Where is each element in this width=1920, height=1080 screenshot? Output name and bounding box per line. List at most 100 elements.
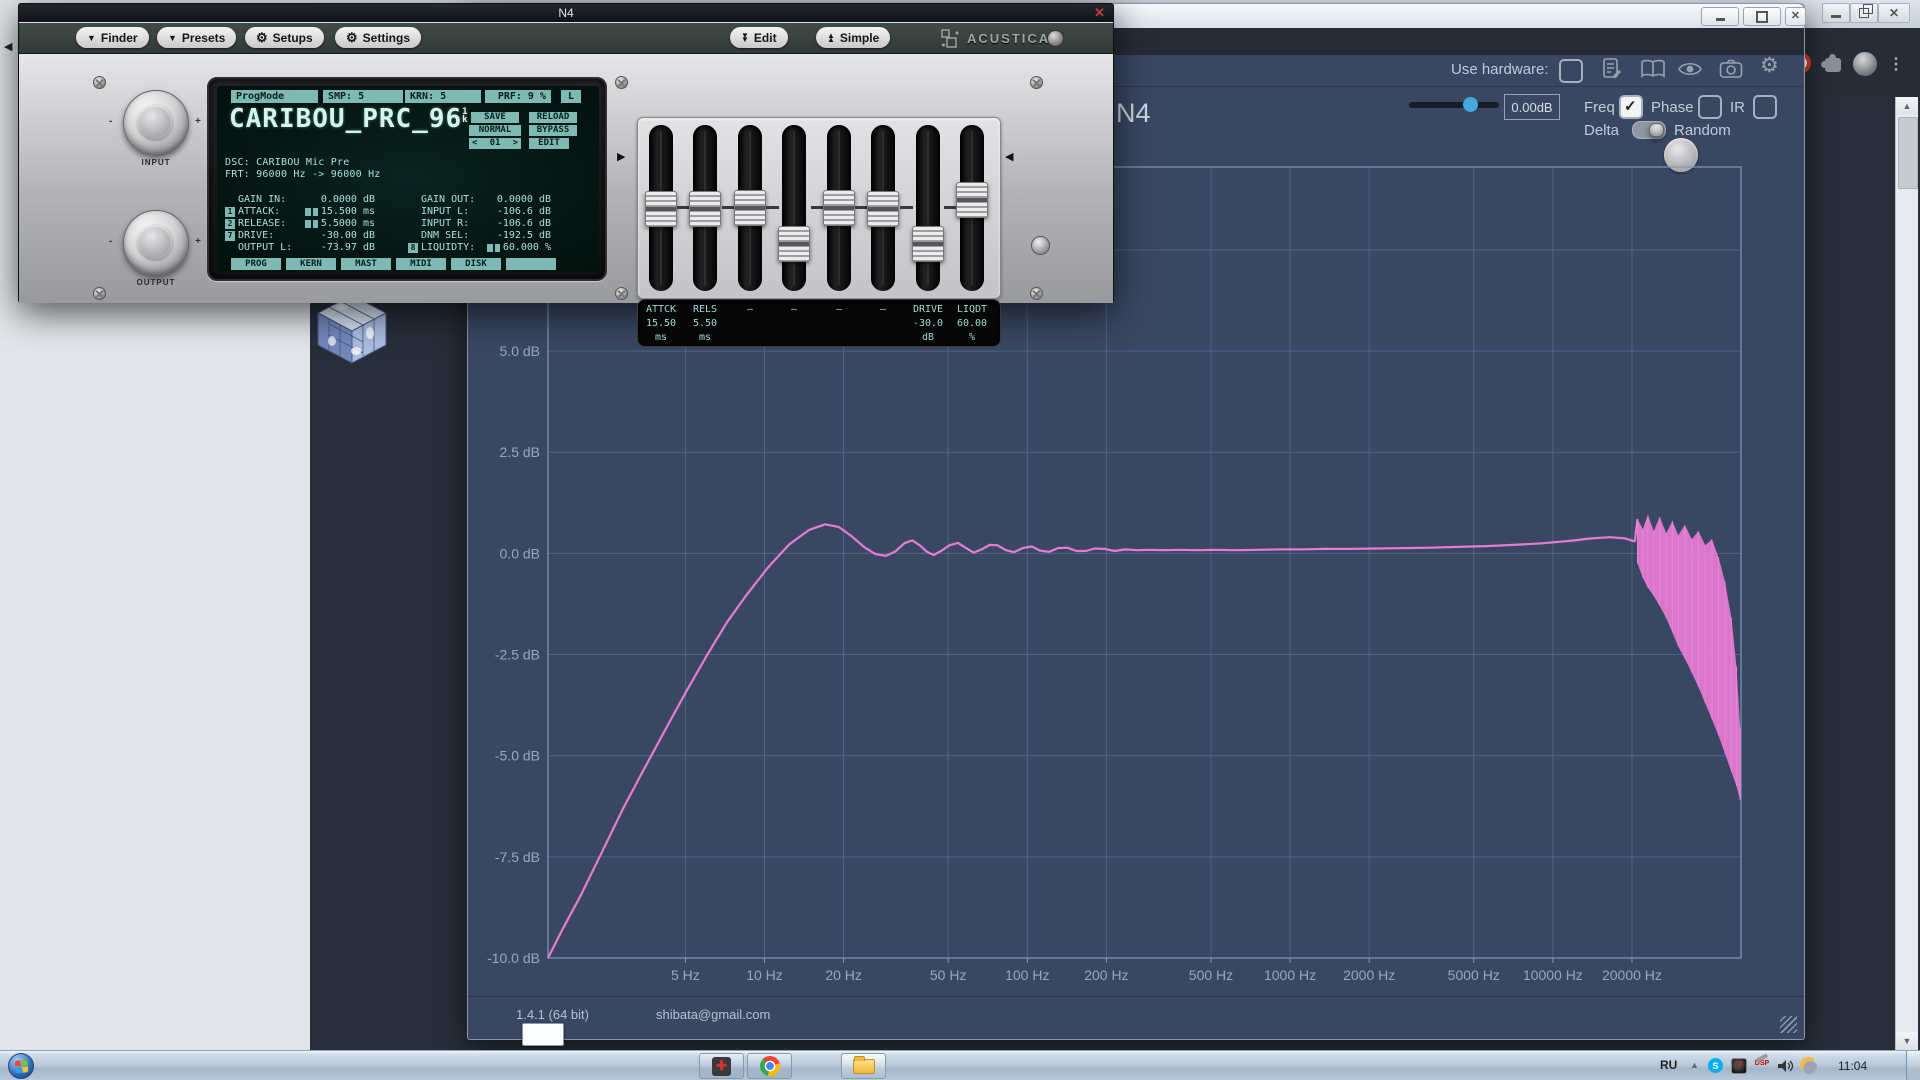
edit-lcd-button[interactable]: EDIT <box>529 138 569 149</box>
scrollbar-thumb[interactable] <box>1898 117 1918 189</box>
analyzer-minimize-button[interactable] <box>1701 7 1739 26</box>
phase-checkbox[interactable] <box>1698 95 1722 119</box>
gain-slider-thumb[interactable] <box>1463 97 1478 112</box>
slider-thumb[interactable] <box>912 226 944 262</box>
use-hardware-checkbox[interactable] <box>1559 59 1583 83</box>
preset-pager[interactable]: < 01 > <box>469 138 521 149</box>
globe-icon[interactable] <box>1047 30 1064 47</box>
tray-expand-icon[interactable]: ▲ <box>1690 1060 1699 1070</box>
tray-dsp-icon[interactable]: DSP <box>1750 1055 1774 1068</box>
slider-thumb[interactable] <box>778 226 810 262</box>
analyzer-close-button[interactable]: ✕ <box>1785 7 1806 26</box>
lcd-tab-blank[interactable] <box>506 258 556 270</box>
plugin-toolbar: ▼Finder ▼Presets ⚙Setups ⚙Settings ▼▼Edi… <box>19 23 1113 53</box>
tray-gauge-icon[interactable] <box>1731 1058 1747 1074</box>
settings-button[interactable]: ⚙Settings <box>335 27 421 48</box>
camera-icon[interactable] <box>1719 59 1743 79</box>
extensions-puzzle-icon[interactable] <box>1825 58 1841 72</box>
taskbar-chrome-button[interactable] <box>747 1053 792 1079</box>
browser-minimize-button[interactable] <box>1822 3 1850 23</box>
input-knob[interactable] <box>123 90 189 156</box>
browser-close-button[interactable]: ✕ <box>1878 3 1910 23</box>
param-value: 5.5000 ms <box>321 218 375 230</box>
slider-thumb[interactable] <box>867 191 899 227</box>
resize-grip[interactable] <box>1780 1016 1797 1033</box>
readout-column: RELS5.50ms <box>681 303 729 345</box>
notes-icon[interactable] <box>1601 57 1623 81</box>
chevron-down-icon: ▼ <box>168 33 177 43</box>
save-button[interactable]: SAVE <box>471 112 519 123</box>
slider-thumb[interactable] <box>689 191 721 227</box>
slider-slot <box>782 125 806 291</box>
presets-button[interactable]: ▼Presets <box>157 27 236 48</box>
readout-name: – <box>815 303 863 317</box>
readout-column: – <box>859 303 907 317</box>
analyzer-maximize-button[interactable] <box>1743 7 1781 26</box>
reload-button[interactable]: RELOAD <box>529 112 577 123</box>
gain-slider[interactable] <box>1409 102 1499 108</box>
mini-slider-icon <box>305 208 318 216</box>
loaded-plugin-label: N4 <box>1116 98 1151 129</box>
edit-button[interactable]: ▼▼Edit <box>730 27 788 48</box>
output-knob-label: OUTPUT <box>123 278 189 287</box>
language-indicator[interactable]: RU <box>1660 1058 1677 1072</box>
taskbar-explorer-button[interactable] <box>841 1053 886 1079</box>
screw-icon <box>615 76 628 89</box>
lcd-param-row: INPUT R:-106.6 dB <box>408 218 551 230</box>
setups-button[interactable]: ⚙Setups <box>245 27 324 48</box>
profile-avatar[interactable] <box>1853 52 1877 76</box>
eye-icon[interactable] <box>1677 60 1703 78</box>
slider-right-arrow-icon: ◀ <box>1005 150 1013 163</box>
finder-button[interactable]: ▼Finder <box>76 27 149 48</box>
tray-volume-icon[interactable] <box>1777 1059 1794 1073</box>
mini-slider-icon <box>487 244 500 252</box>
slider-thumb[interactable] <box>734 190 766 226</box>
freq-checkbox[interactable] <box>1619 95 1643 119</box>
show-desktop-button[interactable] <box>1906 1051 1920 1080</box>
taskbar-app-button[interactable]: ✚ <box>699 1053 744 1079</box>
slider-thumb[interactable] <box>645 191 677 227</box>
slider-thumb[interactable] <box>823 190 855 226</box>
pager-next-icon[interactable]: > <box>513 138 518 149</box>
lcd-tab-prog[interactable]: PROG <box>231 258 281 270</box>
random-label: Random <box>1674 122 1731 139</box>
readout-column: LIQDT60.00% <box>948 303 996 345</box>
scroll-up-icon[interactable]: ▲ <box>1896 97 1918 115</box>
browser-menu-icon[interactable]: ⋮ <box>1888 54 1904 74</box>
plugin-close-icon[interactable]: ✕ <box>1094 5 1105 21</box>
tray-skype-icon[interactable]: S <box>1708 1058 1723 1073</box>
gain-value-box[interactable]: 0.00dB <box>1504 94 1560 120</box>
scroll-down-icon[interactable]: ▼ <box>1896 1032 1918 1050</box>
pager-prev-icon[interactable]: < <box>472 138 477 149</box>
lcd-status-segment: ProgMode <box>231 90 318 103</box>
normal-button[interactable]: NORMAL <box>469 125 521 136</box>
plugin-titlebar[interactable]: N4 ✕ <box>19 4 1113 23</box>
x-axis-tick-label: 100 Hz <box>1005 967 1049 983</box>
clock[interactable]: 11:04 <box>1838 1059 1867 1073</box>
gear-icon[interactable]: ⚙ <box>1760 53 1779 78</box>
start-button[interactable] <box>8 1053 34 1079</box>
ir-checkbox[interactable] <box>1753 95 1777 119</box>
gear-icon: ⚙ <box>346 30 358 46</box>
simple-button[interactable]: ▲▲Simple <box>816 27 890 48</box>
taskbar: ●✎⚒ϟ2➤••SA➤▦≈ ✚ RU ▲ S DSP 11:04 <box>0 1050 1920 1080</box>
tray-weather-icon[interactable] <box>1800 1057 1817 1074</box>
bypass-button[interactable]: BYPASS <box>529 125 577 136</box>
param-value: 0.0000 dB <box>497 194 551 206</box>
screw-icon <box>1030 287 1043 300</box>
slider-thumb[interactable] <box>956 182 988 218</box>
lcd-tab-midi[interactable]: MIDI <box>396 258 446 270</box>
encoder-knob[interactable] <box>1031 236 1050 255</box>
output-knob[interactable] <box>123 210 189 276</box>
chevron-left-icon[interactable]: ◀ <box>4 40 12 53</box>
page-scrollbar[interactable]: ▲ ▼ <box>1895 97 1918 1050</box>
lcd-param-row: 1ATTACK:15.500 ms <box>225 206 375 218</box>
param-label: OUTPUT L: <box>238 242 292 254</box>
delta-random-toggle[interactable] <box>1632 121 1666 139</box>
readout-column: ATTCK15.50ms <box>637 303 685 345</box>
lcd-tab-kern[interactable]: KERN <box>286 258 336 270</box>
book-icon[interactable] <box>1640 59 1666 79</box>
browser-restore-button[interactable] <box>1850 3 1878 23</box>
lcd-tab-mast[interactable]: MAST <box>341 258 391 270</box>
lcd-tab-disk[interactable]: DISK <box>451 258 501 270</box>
